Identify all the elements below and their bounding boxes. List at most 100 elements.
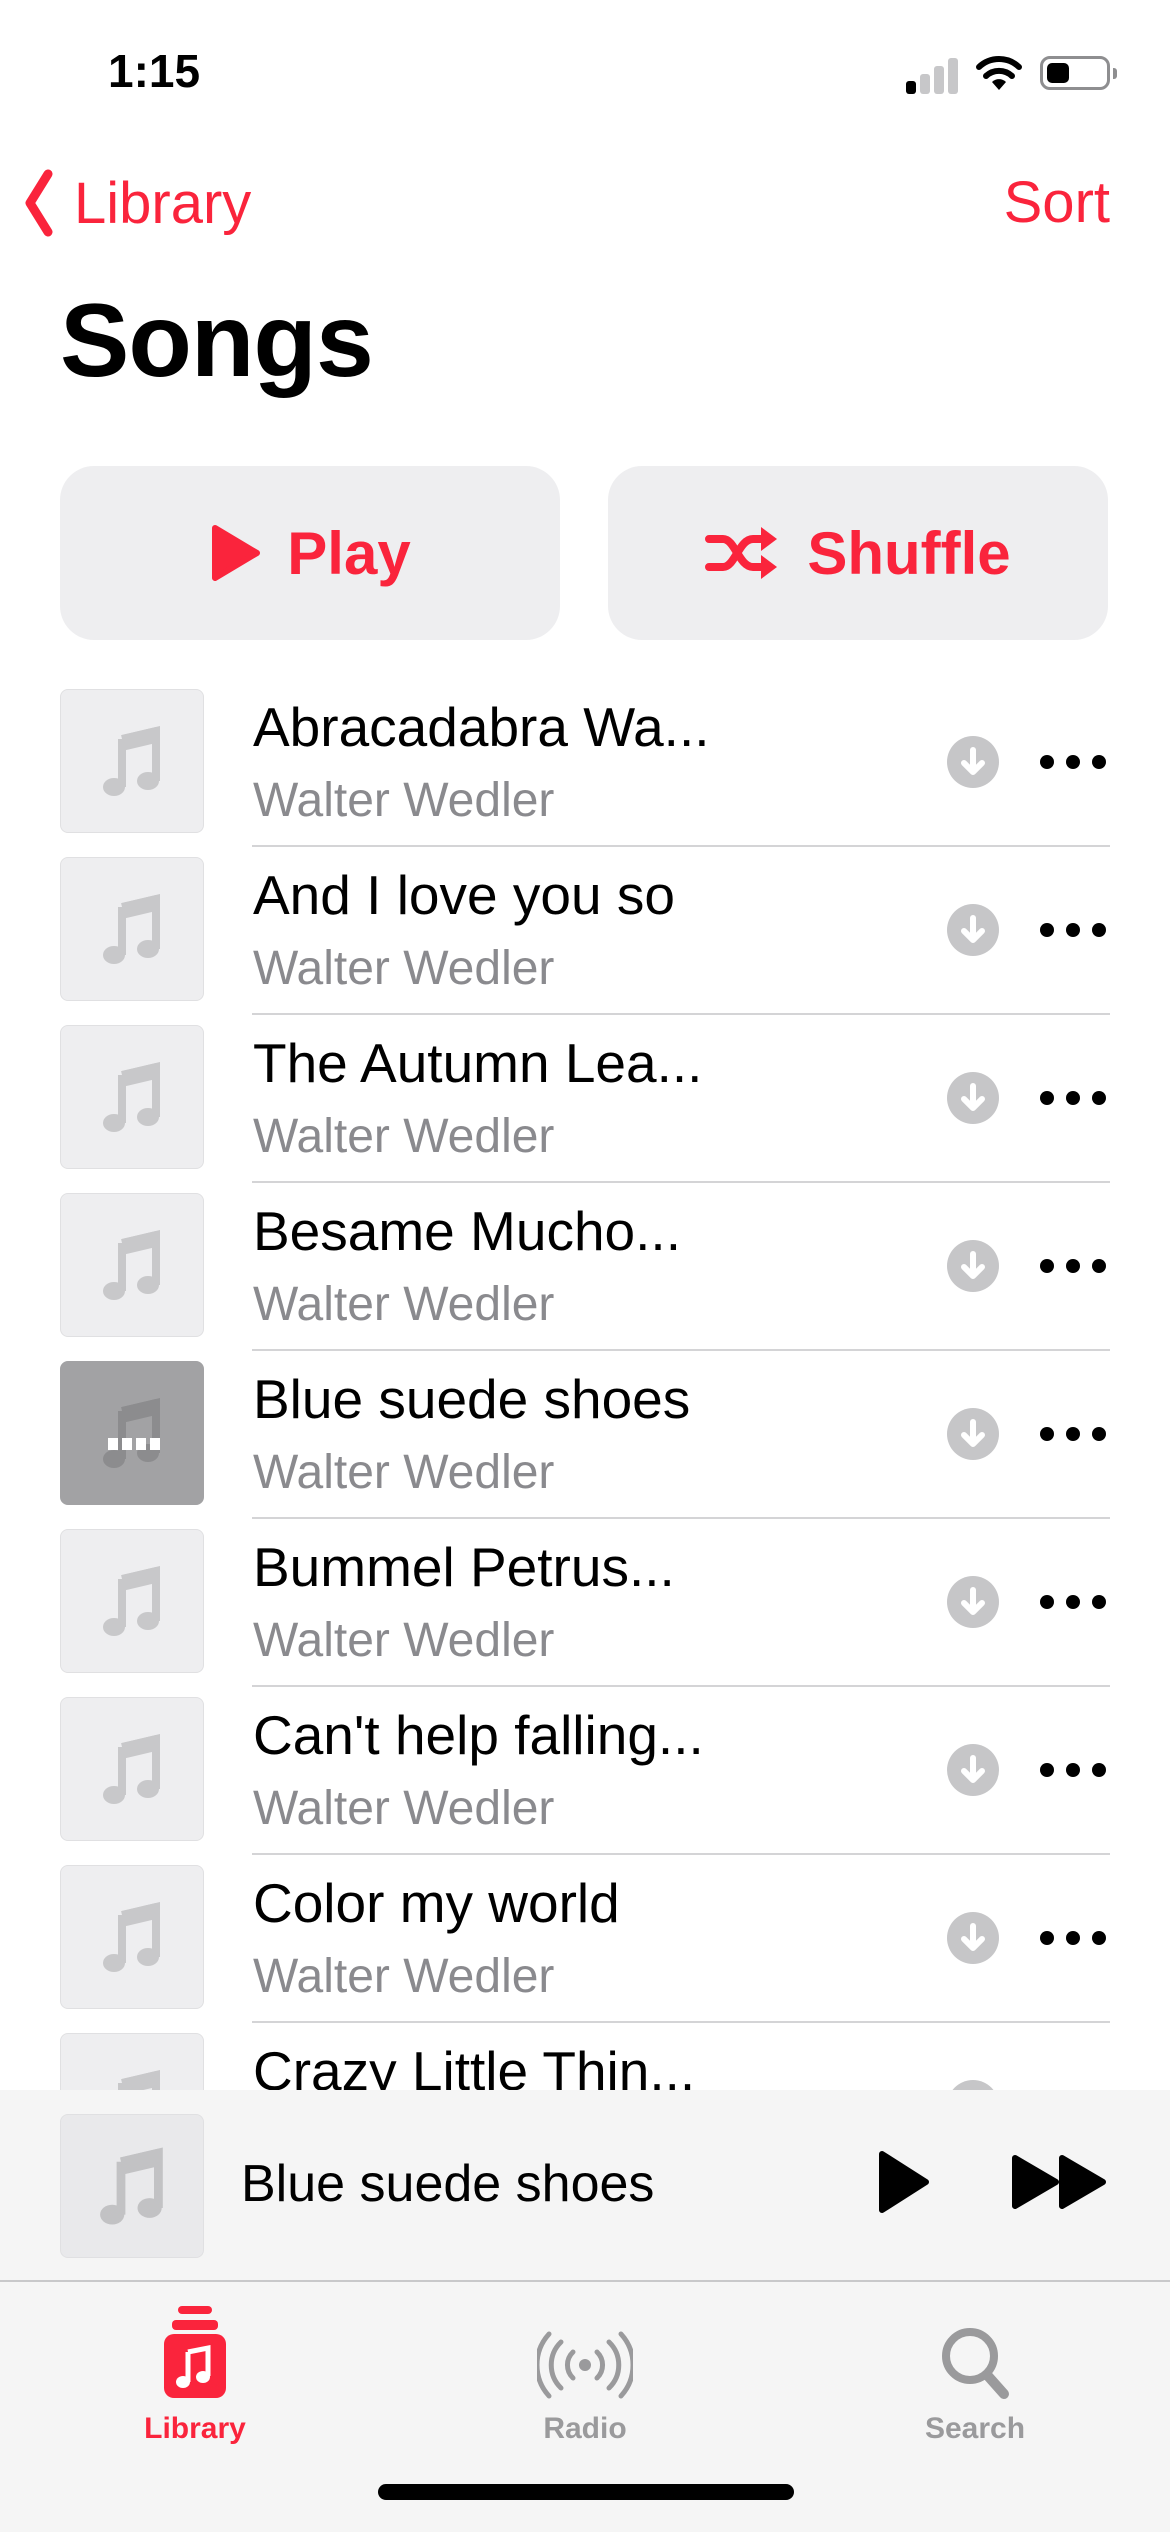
play-label: Play [287,519,411,587]
music-note-icon [103,1901,160,1972]
signal-bar [906,81,916,94]
song-artist: Walter Wedler [253,942,555,995]
song-row[interactable]: Besame Mucho... Walter Wedler [0,1193,1170,1361]
music-note-icon [103,1061,160,1132]
song-artist: Walter Wedler [253,1446,555,1499]
more-dot [1066,1259,1080,1273]
library-icon [160,2282,230,2400]
song-title: Can't help falling... [253,1704,704,1766]
music-note-icon [103,1397,160,1468]
more-dot [1092,1259,1106,1273]
mini-player-art [60,2114,204,2258]
song-title: Bummel Petrus... [253,1536,675,1598]
battery-level [1047,63,1070,83]
music-note-icon [103,893,160,964]
download-arrow-icon [961,1587,985,1615]
more-options-button[interactable] [1040,1925,1106,1951]
song-artist: Walter Wedler [253,1278,555,1331]
radio-icon [537,2282,633,2400]
more-dot [1092,923,1106,937]
battery-nub [1113,68,1117,79]
signal-bar [920,74,930,94]
home-indicator[interactable] [378,2484,794,2500]
more-dot [1092,755,1106,769]
play-button[interactable]: Play [60,466,560,640]
back-button[interactable]: Library [24,168,251,238]
album-art [60,857,204,1001]
song-row[interactable]: Abracadabra Wa... Walter Wedler [0,689,1170,857]
fast-forward-button[interactable] [1010,2154,1110,2215]
fast-forward-icon [1012,2155,1106,2209]
download-button[interactable] [947,736,999,788]
status-time: 1:15 [108,45,201,97]
row-divider [252,845,1110,847]
wifi-icon [976,52,1022,92]
more-dot [1066,1595,1080,1609]
download-arrow-icon [961,1251,985,1279]
more-options-button[interactable] [1040,917,1106,943]
more-options-button[interactable] [1040,749,1106,775]
music-note-icon [103,1733,160,1804]
more-dot [1040,755,1054,769]
more-options-button[interactable] [1040,1757,1106,1783]
page-title: Songs [60,283,374,399]
song-artist: Walter Wedler [253,1782,555,1835]
tab-radio[interactable]: Radio [390,2282,780,2452]
song-row[interactable]: Color my world Walter Wedler [0,1865,1170,2033]
song-row[interactable]: Blue suede shoes Walter Wedler [0,1361,1170,1529]
song-title: Abracadabra Wa... [253,696,710,758]
album-art [60,1697,204,1841]
download-arrow-icon [961,1755,985,1783]
more-dot [1040,1595,1054,1609]
battery-icon [1040,56,1117,90]
more-dot [1092,1931,1106,1945]
download-arrow-icon [961,747,985,775]
mini-player[interactable]: Blue suede shoes [0,2090,1170,2280]
tab-search[interactable]: Search [780,2282,1170,2452]
row-divider [252,1013,1110,1015]
download-button[interactable] [947,1912,999,1964]
tab-label: Radio [543,2412,627,2445]
more-dot [1040,923,1054,937]
download-arrow-icon [961,1923,985,1951]
more-dot [1066,1763,1080,1777]
more-options-button[interactable] [1040,1421,1106,1447]
more-options-button[interactable] [1040,1253,1106,1279]
more-dot [1092,1595,1106,1609]
song-artist: Walter Wedler [253,1110,555,1163]
row-divider [252,1685,1110,1687]
song-title: And I love you so [253,864,675,926]
mini-play-button[interactable] [876,2150,932,2219]
cellular-signal-icon [906,56,960,94]
download-arrow-icon [961,1083,985,1111]
shuffle-button[interactable]: Shuffle [608,466,1108,640]
search-icon [940,2282,1010,2400]
song-row[interactable]: And I love you so Walter Wedler [0,857,1170,1025]
song-row[interactable]: Bummel Petrus... Walter Wedler [0,1529,1170,1697]
more-dot [1066,1931,1080,1945]
signal-bar [934,66,944,94]
download-button[interactable] [947,1240,999,1292]
download-button[interactable] [947,904,999,956]
more-dot [1092,1427,1106,1441]
more-dot [1066,923,1080,937]
album-art [60,1193,204,1337]
sort-button[interactable]: Sort [1004,168,1110,238]
signal-bar [948,58,958,94]
tab-library[interactable]: Library [0,2282,390,2452]
row-divider [252,1853,1110,1855]
download-button[interactable] [947,1744,999,1796]
song-row[interactable]: The Autumn Lea... Walter Wedler [0,1025,1170,1193]
song-title: Besame Mucho... [253,1200,681,1262]
download-button[interactable] [947,1408,999,1460]
download-button[interactable] [947,1072,999,1124]
more-dot [1040,1763,1054,1777]
more-options-button[interactable] [1040,1085,1106,1111]
song-row[interactable]: Can't help falling... Walter Wedler [0,1697,1170,1865]
more-dot [1066,1091,1080,1105]
more-options-button[interactable] [1040,1589,1106,1615]
row-divider [252,1181,1110,1183]
play-icon [212,525,261,581]
download-button[interactable] [947,1576,999,1628]
back-label: Library [74,170,252,236]
